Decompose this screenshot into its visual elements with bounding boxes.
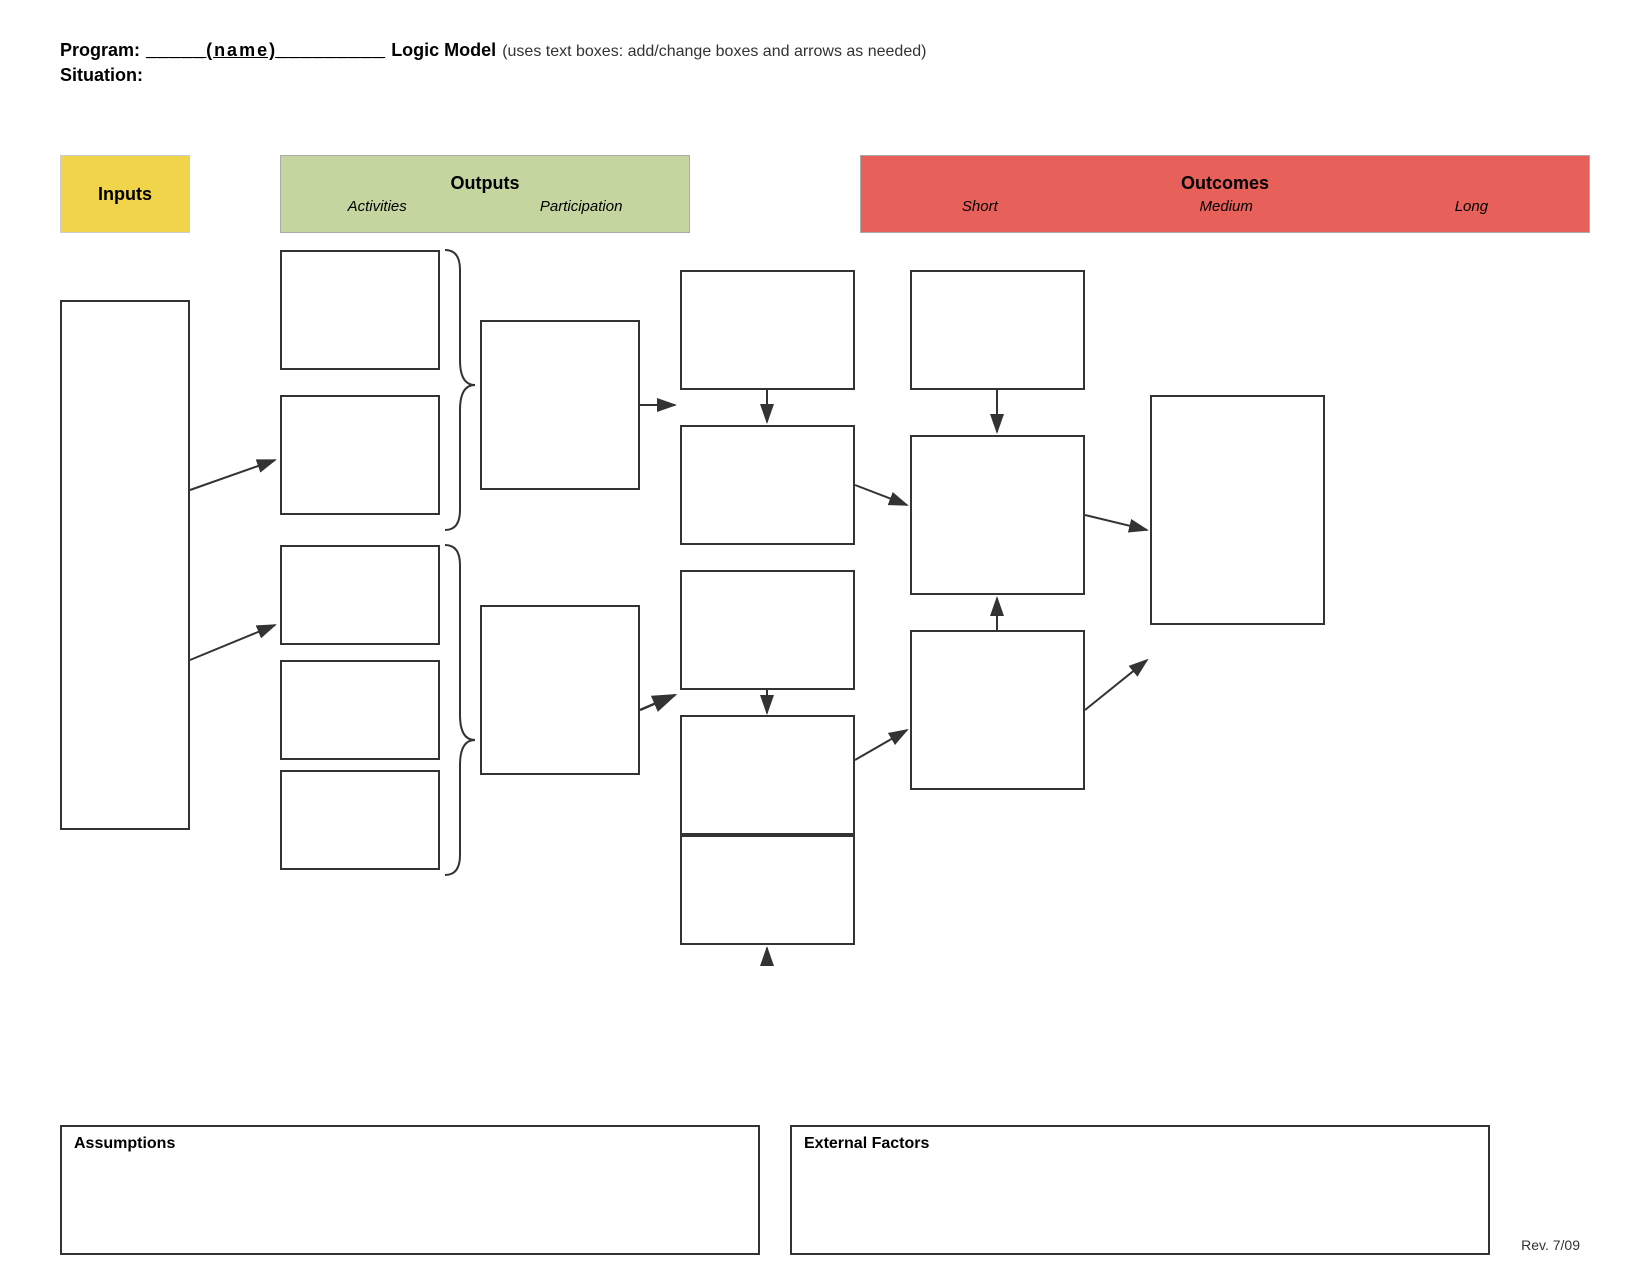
medium-outcome-box-3[interactable] [910, 630, 1085, 790]
program-label: Program: [60, 40, 140, 61]
revision-text: Rev. 7/09 [1521, 1237, 1580, 1253]
diagram [60, 240, 1590, 1075]
outputs-header: Outputs Activities Participation [280, 155, 690, 233]
inputs-header: Inputs [60, 155, 190, 233]
subtitle: (uses text boxes: add/change boxes and a… [502, 43, 926, 61]
assumptions-box[interactable]: Assumptions [60, 1125, 760, 1255]
short-outcome-box-4[interactable] [680, 715, 855, 835]
participation-box-2[interactable] [480, 605, 640, 775]
activity-box-2[interactable] [280, 395, 440, 515]
activity-box-4[interactable] [280, 660, 440, 760]
external-factors-label: External Factors [792, 1127, 1488, 1161]
short-outcome-box-3[interactable] [680, 570, 855, 690]
assumptions-label: Assumptions [62, 1127, 758, 1161]
activity-box-3[interactable] [280, 545, 440, 645]
column-headers: Inputs Outputs Activities Participation … [60, 155, 1590, 233]
short-outcome-box-2[interactable] [680, 425, 855, 545]
activity-box-1[interactable] [280, 250, 440, 370]
external-factors-box[interactable]: External Factors [790, 1125, 1490, 1255]
short-outcome-box-5[interactable] [680, 835, 855, 945]
header: Program: _____(name)_________ Logic Mode… [60, 40, 1590, 86]
logic-model-label: Logic Model [391, 40, 496, 61]
long-outcome-box[interactable] [1150, 395, 1325, 625]
medium-outcome-box-1[interactable] [910, 270, 1085, 390]
participation-box-1[interactable] [480, 320, 640, 490]
program-name: _____(name)_________ [146, 40, 385, 61]
outcomes-header: Outcomes Short Medium Long [860, 155, 1590, 233]
activity-box-5[interactable] [280, 770, 440, 870]
medium-outcome-box-2[interactable] [910, 435, 1085, 595]
page: Program: _____(name)_________ Logic Mode… [0, 0, 1650, 1275]
inputs-box[interactable] [60, 300, 190, 830]
situation-label: Situation: [60, 65, 1590, 86]
short-outcome-box-1[interactable] [680, 270, 855, 390]
